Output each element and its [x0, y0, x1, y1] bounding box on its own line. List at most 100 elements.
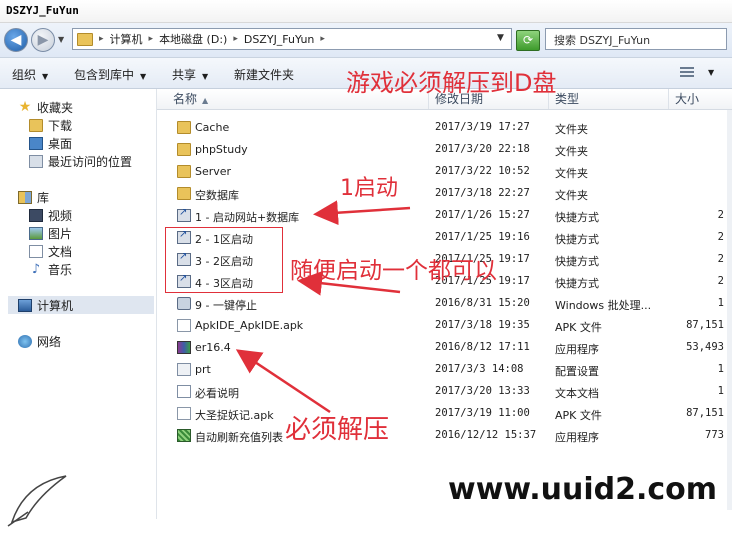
shortcut-icon: [177, 207, 191, 222]
file-date: 2017/3/20 13:33: [435, 385, 530, 397]
address-bar[interactable]: ▸ 计算机 ▸ 本地磁盘 (D:) ▸ DSZYJ_FuYun ▸: [72, 28, 512, 50]
forward-arrow-icon: ▶: [37, 32, 49, 48]
view-options-icon[interactable]: [680, 67, 694, 79]
sidebar-label: 音乐: [48, 263, 73, 277]
file-row[interactable]: Server 2017/3/22 10:52 文件夹: [157, 161, 732, 183]
back-arrow-icon: ◀: [10, 32, 22, 48]
file-row[interactable]: prt 2017/3/3 14:08 配置设置 1: [157, 359, 732, 381]
file-row[interactable]: 自动刷新充值列表 2016/12/12 15:37 应用程序 773: [157, 425, 732, 447]
refresh-button[interactable]: ⟳: [516, 30, 540, 51]
file-date: 2016/8/31 15:20: [435, 297, 530, 309]
file-row[interactable]: 空数据库 2017/3/18 22:27 文件夹: [157, 183, 732, 205]
address-dropdown-icon[interactable]: ▼: [497, 33, 504, 43]
sidebar-item-recent[interactable]: 最近访问的位置: [29, 153, 132, 170]
sidebar-item-documents[interactable]: 文档: [29, 243, 72, 260]
application-icon: [177, 429, 191, 442]
file-size: 2: [717, 253, 724, 265]
file-row[interactable]: 必看说明 2017/3/20 13:33 文本文档 1: [157, 381, 732, 403]
view-dropdown-icon[interactable]: ▼: [708, 68, 714, 77]
column-type[interactable]: 类型: [549, 89, 669, 109]
column-label: 名称: [173, 92, 198, 106]
file-date: 2017/3/19 17:27: [435, 121, 530, 133]
chevron-right-icon[interactable]: ▸: [233, 34, 238, 44]
recent-places-icon: [29, 155, 43, 168]
navigation-bar: ◀ ▶ ▼ ▸ 计算机 ▸ 本地磁盘 (D:) ▸ DSZYJ_FuYun ▸ …: [0, 23, 732, 58]
annotation-start-any: 随便启动一个都可以: [290, 258, 497, 284]
search-input[interactable]: 搜索 DSZYJ_FuYun: [545, 28, 727, 50]
new-folder-button[interactable]: 新建文件夹: [234, 66, 294, 83]
library-icon: [18, 191, 32, 204]
file-size: 2: [717, 231, 724, 243]
forward-button[interactable]: ▶: [31, 28, 55, 52]
file-type: 应用程序: [555, 343, 599, 356]
file-date: 2016/8/12 17:11: [435, 341, 530, 353]
share-label: 共享: [172, 68, 197, 82]
sidebar-item-computer[interactable]: 计算机: [8, 296, 154, 314]
sidebar-item-network[interactable]: 网络: [18, 333, 61, 350]
file-date: 2017/1/25 19:16: [435, 231, 530, 243]
file-name: er16.4: [195, 341, 231, 354]
file-row[interactable]: 大圣捉妖记.apk 2017/3/19 11:00 APK 文件 87,151: [157, 403, 732, 425]
file-type: 快捷方式: [555, 211, 599, 224]
file-type: APK 文件: [555, 409, 602, 422]
file-name: Server: [195, 165, 232, 178]
file-type: 文件夹: [555, 145, 588, 158]
folder-icon: [177, 165, 191, 178]
file-name: 必看说明: [195, 387, 239, 400]
chevron-down-icon: ▼: [140, 72, 147, 81]
organize-button[interactable]: 组织 ▼: [12, 66, 48, 83]
file-name: 1 - 启动网站+数据库: [195, 211, 300, 224]
file-row[interactable]: ApkIDE_ApkIDE.apk 2017/3/18 19:35 APK 文件 87…: [157, 315, 732, 337]
video-icon: [29, 209, 43, 222]
breadcrumb-folder[interactable]: DSZYJ_FuYun: [244, 33, 315, 46]
file-name: Cache: [195, 121, 230, 134]
include-library-label: 包含到库中: [74, 68, 135, 82]
share-button[interactable]: 共享 ▼: [172, 66, 208, 83]
file-date: 2017/3/18 19:35: [435, 319, 530, 331]
sidebar-item-desktop[interactable]: 桌面: [29, 135, 72, 152]
file-size: 87,151: [686, 407, 724, 419]
file-row[interactable]: phpStudy 2017/3/20 22:18 文件夹: [157, 139, 732, 161]
file-row[interactable]: 9 - 一键停止 2016/8/31 15:20 Windows 批处理... 1: [157, 293, 732, 315]
back-button[interactable]: ◀: [4, 28, 28, 52]
star-icon: ★: [18, 99, 32, 115]
sidebar-item-favorites[interactable]: ★ 收藏夹: [18, 99, 73, 116]
vertical-scrollbar[interactable]: [727, 110, 732, 510]
file-type: APK 文件: [555, 321, 602, 334]
sort-up-icon: ▲: [202, 96, 209, 105]
file-name: prt: [195, 363, 211, 376]
file-date: 2017/3/20 22:18: [435, 143, 530, 155]
file-row[interactable]: er16.4 2016/8/12 17:11 应用程序 53,493: [157, 337, 732, 359]
column-size[interactable]: 大小: [669, 89, 732, 109]
sidebar-item-pictures[interactable]: 图片: [29, 225, 72, 242]
file-type: 快捷方式: [555, 255, 599, 268]
file-size: 773: [705, 429, 724, 441]
sidebar-item-libraries[interactable]: 库: [18, 189, 49, 206]
file-row[interactable]: Cache 2017/3/19 17:27 文件夹: [157, 117, 732, 139]
include-library-button[interactable]: 包含到库中 ▼: [74, 66, 146, 83]
file-date: 2017/1/26 15:27: [435, 209, 530, 221]
history-dropdown-icon[interactable]: ▼: [58, 35, 64, 44]
file-type: 文件夹: [555, 123, 588, 136]
file-row[interactable]: 1 - 启动网站+数据库 2017/1/26 15:27 快捷方式 2: [157, 205, 732, 227]
chevron-right-icon[interactable]: ▸: [99, 34, 104, 44]
apk-file-icon: [177, 319, 191, 332]
file-type: 快捷方式: [555, 277, 599, 290]
highlight-box: [165, 227, 283, 293]
chevron-right-icon[interactable]: ▸: [149, 34, 154, 44]
sidebar-label: 收藏夹: [37, 101, 74, 115]
annotation-start-first: 1启动: [340, 176, 398, 201]
chevron-right-icon[interactable]: ▸: [320, 34, 325, 44]
sidebar-item-videos[interactable]: 视频: [29, 207, 72, 224]
chevron-down-icon: ▼: [42, 72, 49, 81]
config-file-icon: [177, 363, 191, 376]
apk-file-icon: [177, 407, 191, 420]
quill-logo-icon: [7, 475, 67, 527]
folder-icon: [177, 121, 191, 134]
sidebar-item-music[interactable]: ♪ 音乐: [29, 261, 72, 278]
breadcrumb-drive[interactable]: 本地磁盘 (D:): [159, 31, 227, 47]
breadcrumb-computer[interactable]: 计算机: [110, 31, 143, 47]
sidebar-item-downloads[interactable]: 下载: [29, 117, 72, 134]
archive-icon: [177, 341, 191, 354]
refresh-icon: ⟳: [522, 33, 534, 47]
